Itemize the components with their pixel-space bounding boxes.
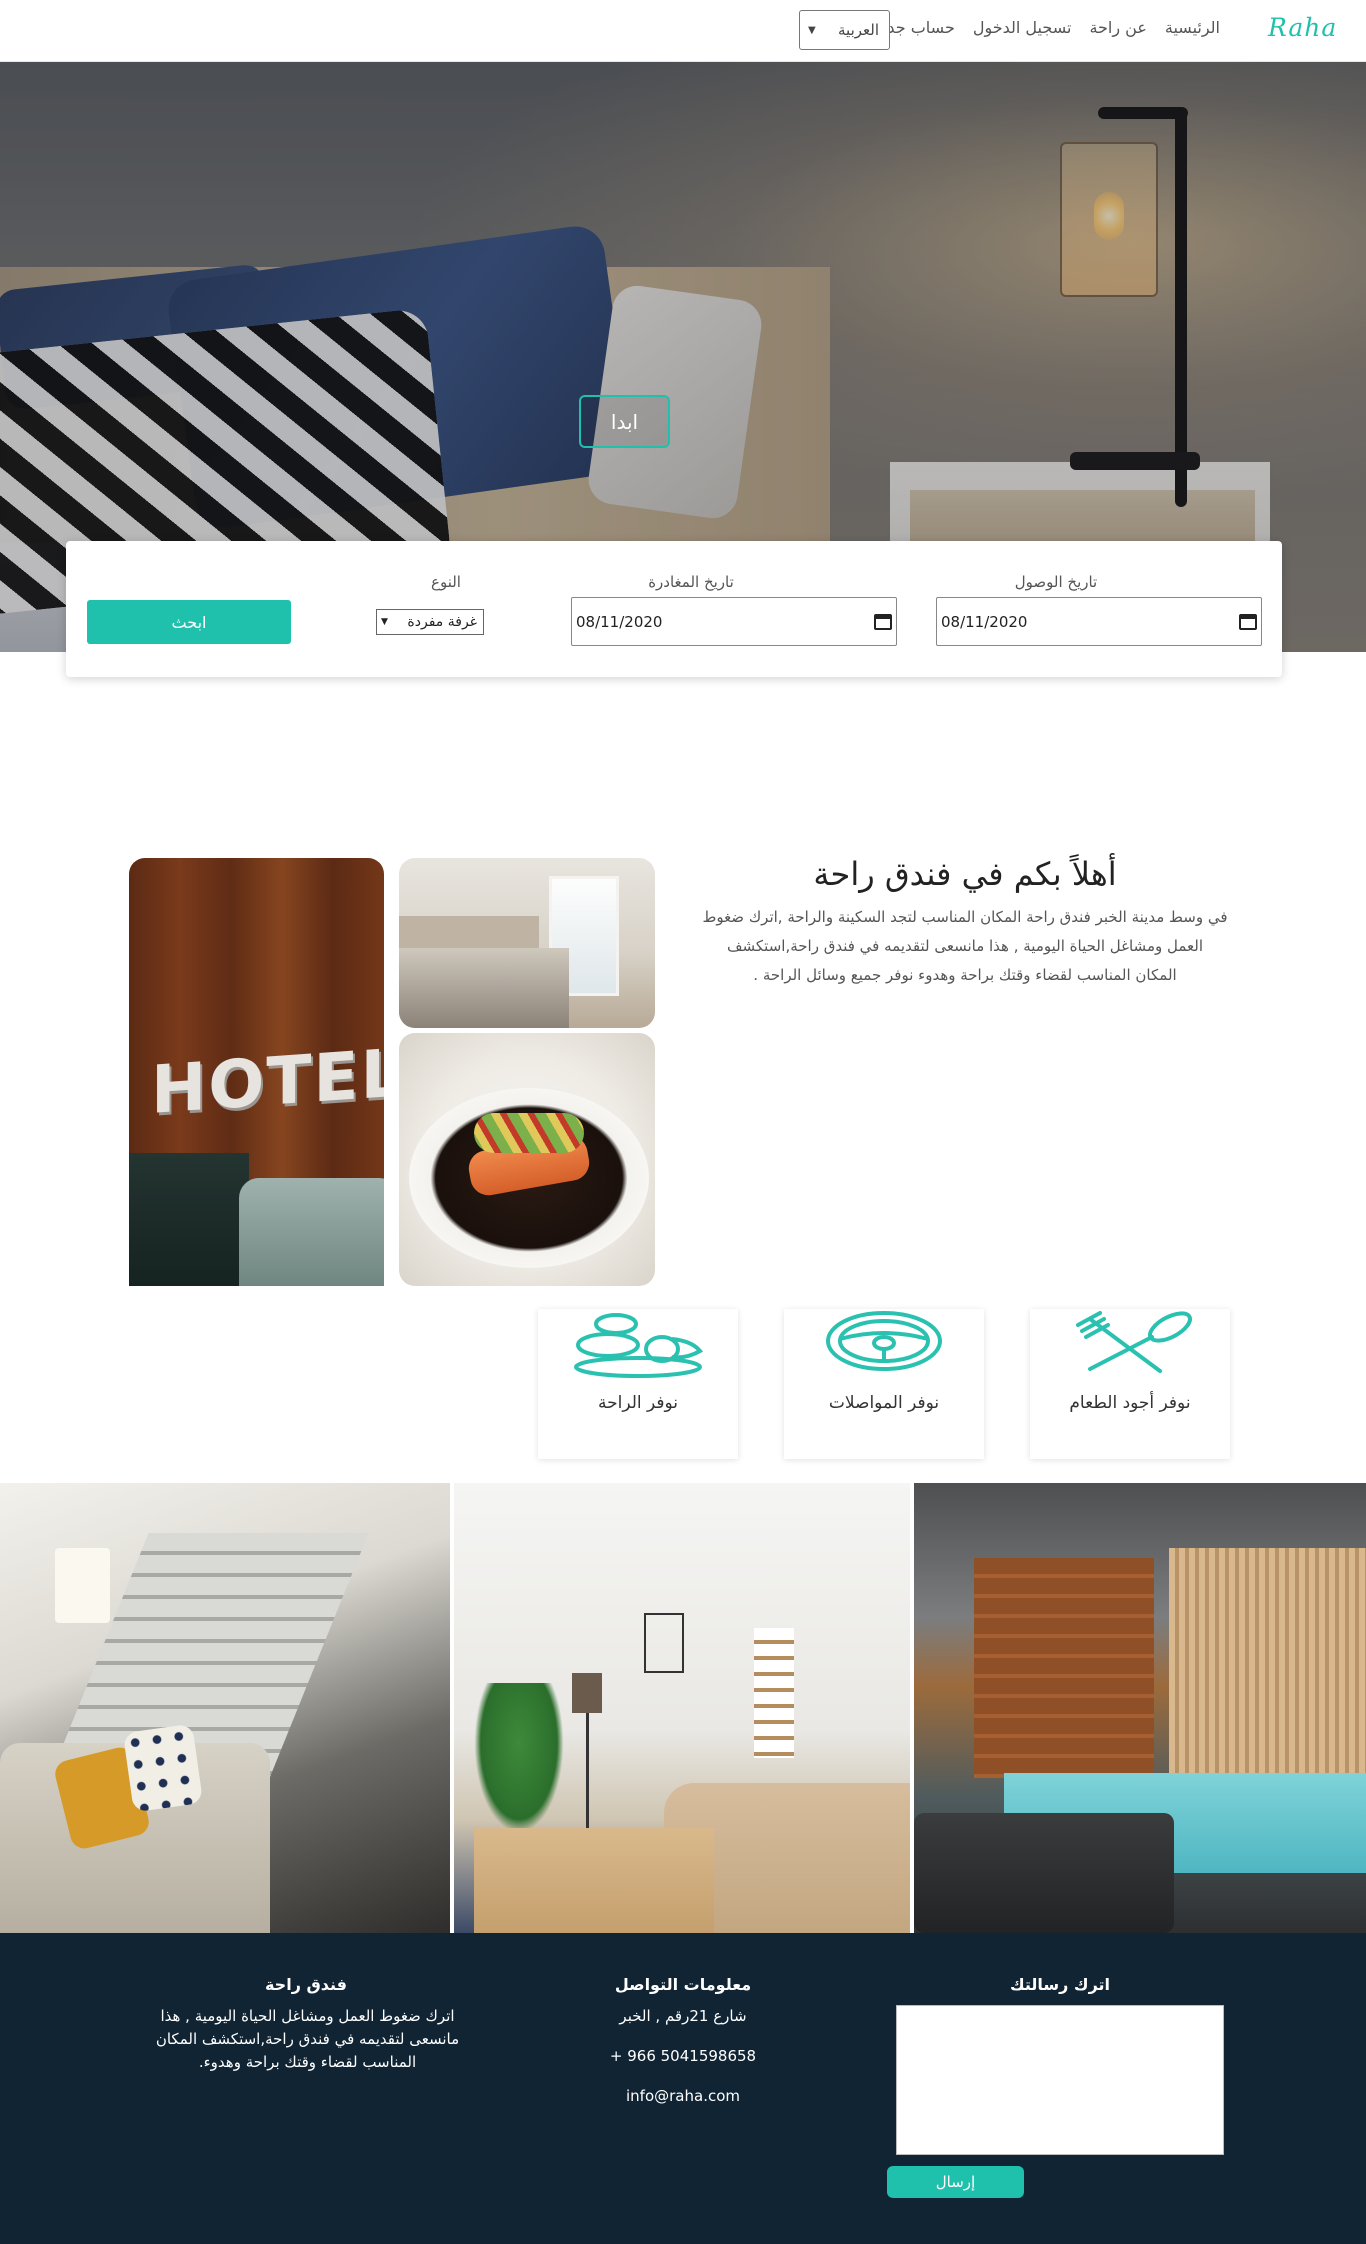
about-line: المناسب لقضاء وقتك براحة وهدوء.: [198, 2053, 417, 2071]
nav-link-home[interactable]: الرئيسية: [1165, 18, 1220, 37]
message-textarea[interactable]: [896, 2005, 1224, 2155]
feature-card-food: نوفر أجود الطعام: [1030, 1309, 1230, 1459]
welcome-line: العمل ومشاغل الحياة اليومية , هذا مانسعى…: [726, 937, 1203, 955]
contact-phone: + 966 5041598658: [583, 2045, 783, 2068]
nav-link-login[interactable]: تسجيل الدخول: [973, 18, 1072, 37]
start-button[interactable]: ابدا: [579, 395, 670, 448]
hotel-letters-graphic: HOTEL: [151, 1034, 384, 1129]
about-title: فندق راحة: [264, 1975, 348, 1994]
phone-number: + 966 5041598658: [609, 2047, 757, 2065]
footer: اترك رسالتك إرسال معلومات التواصل شارع 2…: [0, 1933, 1366, 2244]
feature-card-comfort: نوفر الراحة: [538, 1309, 738, 1459]
chevron-down-icon: ▼: [808, 24, 816, 36]
navbar: Raha الرئيسية عن راحة تسجيل الدخول حساب …: [0, 0, 1366, 62]
room-image: [399, 858, 655, 1028]
contact-email[interactable]: info@raha.com: [583, 2085, 783, 2108]
gallery-image-room: [454, 1483, 910, 1933]
hotel-sign-image: HOTEL: [129, 858, 384, 1286]
language-select[interactable]: ▼ العربية: [799, 10, 890, 50]
feature-label: نوفر المواصلات: [828, 1393, 940, 1413]
logo[interactable]: Raha: [1268, 13, 1337, 42]
food-image: [399, 1033, 655, 1286]
welcome-line: في وسط مدينة الخبر فندق راحة المكان المن…: [702, 908, 1228, 926]
about-line: اترك ضغوط العمل ومشاغل الحياة اليومية , …: [160, 2007, 455, 2025]
contact-address: شارع 21رقم , الخبر: [619, 2007, 747, 2025]
gallery-image-lounge: [0, 1483, 450, 1933]
booking-search-card: تاريخ الوصول 08/11/2020 تاريخ المغادرة 0…: [66, 541, 1282, 677]
arrival-date-input[interactable]: 08/11/2020: [936, 597, 1262, 646]
about-text: اترك ضغوط العمل ومشاغل الحياة اليومية , …: [140, 2005, 475, 2074]
room-type-label: النوع: [431, 573, 461, 591]
room-type-value: غرفة مفردة: [407, 614, 477, 630]
nav-links: الرئيسية عن راحة تسجيل الدخول حساب جديد: [875, 18, 1220, 37]
steering-wheel-icon: [814, 1309, 954, 1379]
departure-label: تاريخ المغادرة: [648, 573, 734, 591]
contact-title: معلومات التواصل: [614, 1975, 752, 1994]
calendar-icon[interactable]: [1239, 613, 1257, 630]
welcome-line: المكان المناسب لقضاء وقتك براحة وهدوء نو…: [753, 966, 1177, 984]
spa-stones-icon: [568, 1309, 708, 1379]
room-type-select[interactable]: ▼ غرفة مفردة: [376, 609, 484, 635]
message-title: اترك رسالتك: [1009, 1975, 1111, 1994]
feature-label: نوفر أجود الطعام: [1069, 1393, 1191, 1413]
nav-link-about[interactable]: عن راحة: [1089, 18, 1146, 37]
chevron-down-icon: ▼: [381, 617, 388, 627]
arrival-date-value: 08/11/2020: [941, 612, 1028, 631]
welcome-title: أهلاً بكم في فندق راحة: [813, 855, 1117, 893]
welcome-text: في وسط مدينة الخبر فندق راحة المكان المن…: [690, 903, 1240, 990]
departure-date-value: 08/11/2020: [576, 612, 663, 631]
feature-card-transport: نوفر المواصلات: [784, 1309, 984, 1459]
fork-spoon-icon: [1060, 1309, 1200, 1379]
language-select-value: العربية: [838, 21, 879, 39]
arrival-label: تاريخ الوصول: [1014, 573, 1098, 591]
gallery-image-pool: [914, 1483, 1366, 1933]
calendar-icon[interactable]: [874, 613, 892, 630]
departure-date-input[interactable]: 08/11/2020: [571, 597, 897, 646]
search-button[interactable]: ابحث: [87, 600, 291, 644]
send-button[interactable]: إرسال: [887, 2166, 1024, 2198]
feature-label: نوفر الراحة: [597, 1393, 679, 1413]
about-line: مانسعى لتقديمه في فندق راحة,استكشف المكا…: [155, 2030, 460, 2048]
